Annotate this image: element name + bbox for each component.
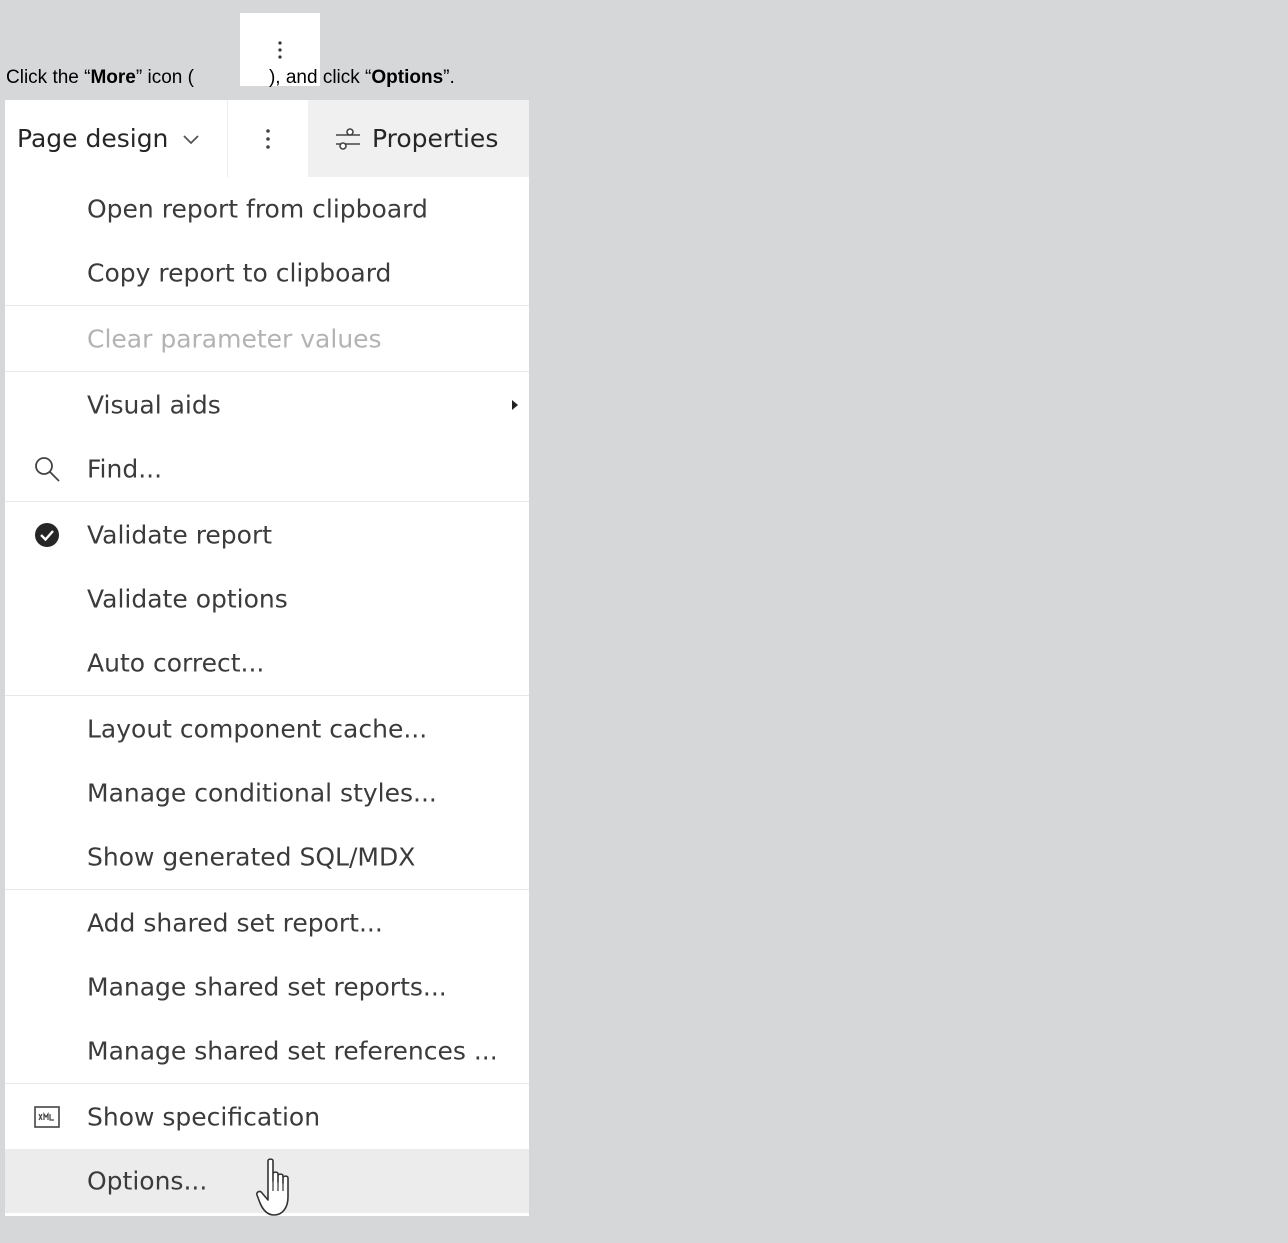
menu-item-clear-parameter-values: Clear parameter values bbox=[5, 305, 529, 371]
menu-item-label: Validate report bbox=[87, 520, 273, 549]
menu-item-validate-options[interactable]: Validate options bbox=[5, 567, 529, 631]
menu-item-label: Add shared set report... bbox=[87, 908, 383, 937]
menu-item-auto-correct[interactable]: Auto correct... bbox=[5, 631, 529, 695]
menu-item-show-generated-sql-mdx[interactable]: Show generated SQL/MDX bbox=[5, 825, 529, 889]
kebab-vertical-icon bbox=[266, 128, 270, 149]
menu-item-manage-shared-set-references[interactable]: Manage shared set references ... bbox=[5, 1019, 529, 1083]
menu-item-label: Validate options bbox=[87, 584, 288, 614]
hand-pointer-icon bbox=[256, 1158, 289, 1216]
menu-item-label: Manage shared set references ... bbox=[87, 1036, 498, 1066]
menu-item-label: Manage shared set reports... bbox=[87, 972, 447, 1002]
menu-item-manage-shared-set-reports[interactable]: Manage shared set reports... bbox=[5, 955, 529, 1019]
menu-item-label: Auto correct... bbox=[87, 648, 265, 678]
menu-item-label: Open report from clipboard bbox=[87, 194, 428, 224]
instruction-options: Options bbox=[371, 67, 444, 88]
menu-item-label: Copy report to clipboard bbox=[87, 258, 392, 288]
instruction-suffix: ”. bbox=[443, 67, 455, 88]
more-menu-panel: Page design Properties Open report from … bbox=[5, 100, 529, 1216]
properties-button[interactable]: Properties bbox=[308, 100, 529, 177]
menu-item-label: Visual aids bbox=[87, 390, 221, 419]
menu-item-label: Show generated SQL/MDX bbox=[87, 842, 416, 872]
menu-item-copy-report-to-clipboard[interactable]: Copy report to clipboard bbox=[5, 241, 529, 305]
toolbar: Page design Properties bbox=[5, 100, 529, 177]
menu-item-label: Clear parameter values bbox=[87, 324, 382, 353]
menu-item-label: Show specification bbox=[87, 1102, 321, 1131]
xml-icon bbox=[31, 1101, 63, 1133]
menu-item-label: Layout component cache... bbox=[87, 714, 428, 743]
page-design-label: Page design bbox=[17, 124, 169, 153]
sliders-icon bbox=[336, 127, 360, 150]
menu-item-add-shared-set-report[interactable]: Add shared set report... bbox=[5, 889, 529, 955]
menu-item-layout-component-cache[interactable]: Layout component cache... bbox=[5, 695, 529, 761]
menu-item-visual-aids[interactable]: Visual aids bbox=[5, 371, 529, 437]
more-button[interactable] bbox=[228, 100, 308, 177]
kebab-vertical-icon bbox=[278, 41, 282, 59]
menu-item-label: Find... bbox=[87, 454, 163, 484]
instruction-after: ), and click “ bbox=[268, 67, 372, 88]
menu-item-validate-report[interactable]: Validate report bbox=[5, 501, 529, 567]
instruction-prefix: Click the “ bbox=[6, 67, 91, 88]
instruction-more: More bbox=[90, 67, 136, 88]
menu-item-label: Options... bbox=[87, 1166, 208, 1196]
menu-item-open-report-from-clipboard[interactable]: Open report from clipboard bbox=[5, 177, 529, 241]
menu-item-manage-conditional-styles[interactable]: Manage conditional styles... bbox=[5, 761, 529, 825]
menu-item-show-specification[interactable]: Show specification bbox=[5, 1083, 529, 1149]
instruction-text: Click the “More” icon ( ), and click “Opt… bbox=[6, 67, 455, 89]
menu-item-find[interactable]: Find... bbox=[5, 437, 529, 501]
more-menu: Open report from clipboard Copy report t… bbox=[5, 177, 529, 1213]
page-design-dropdown[interactable]: Page design bbox=[5, 100, 227, 177]
instruction-mid: ” icon ( bbox=[135, 67, 194, 88]
caret-right-icon bbox=[512, 399, 518, 410]
chevron-down-icon bbox=[183, 134, 200, 144]
menu-item-label: Manage conditional styles... bbox=[87, 778, 437, 808]
checkmark-filled-icon bbox=[31, 519, 63, 551]
search-icon bbox=[31, 453, 63, 485]
properties-label: Properties bbox=[372, 124, 499, 153]
